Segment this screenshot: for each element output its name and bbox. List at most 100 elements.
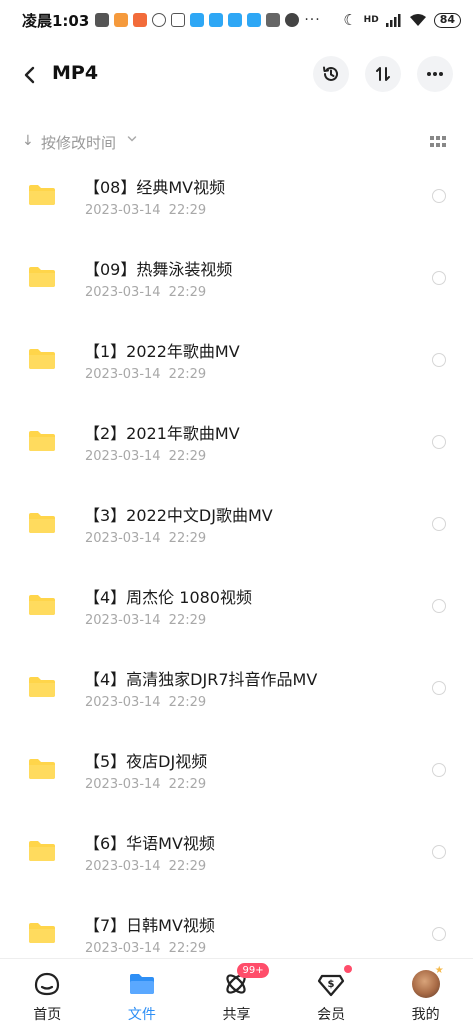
tab-files-label: 文件 xyxy=(127,1007,156,1023)
tab-home-label: 首页 xyxy=(33,1007,62,1023)
file-date: 2023-03-14 22:29 xyxy=(85,203,207,218)
folder-icon xyxy=(29,431,55,451)
tab-home[interactable]: 首页 xyxy=(0,959,95,1024)
select-checkbox[interactable] xyxy=(432,271,446,285)
list-item[interactable]: 【5】夜店DJ视频 2023-03-14 22:29 xyxy=(0,734,473,816)
select-checkbox[interactable] xyxy=(432,599,446,613)
folder-icon xyxy=(29,759,55,779)
tab-share-label: 共享 xyxy=(222,1007,251,1023)
file-date: 2023-03-14 22:29 xyxy=(85,695,207,710)
avatar: ★ xyxy=(411,965,444,998)
files-icon xyxy=(127,969,157,998)
tab-vip-label: 会员 xyxy=(317,1007,346,1023)
app-notification-icon xyxy=(114,13,129,27)
file-name: 【6】华语MV视频 xyxy=(84,834,215,853)
sort-bar[interactable]: ↓ 按修改时间 xyxy=(0,130,473,154)
back-button[interactable] xyxy=(16,62,42,88)
select-checkbox[interactable] xyxy=(432,763,446,777)
app-notification-icon xyxy=(133,13,148,27)
folder-icon xyxy=(29,923,55,943)
file-name: 【4】高清独家DJR7抖音作品MV xyxy=(84,670,318,689)
list-item[interactable]: 【09】热舞泳装视频 2023-03-14 22:29 xyxy=(0,242,473,324)
grid-view-icon[interactable] xyxy=(430,136,446,148)
list-item[interactable]: 【4】周杰伦 1080视频 2023-03-14 22:29 xyxy=(0,570,473,652)
file-date: 2023-03-14 22:29 xyxy=(85,449,207,464)
folder-icon xyxy=(29,349,55,369)
file-name: 【5】夜店DJ视频 xyxy=(84,752,208,771)
alarm-icon xyxy=(152,13,167,27)
more-icon xyxy=(427,72,443,76)
select-checkbox[interactable] xyxy=(432,681,446,695)
file-name: 【7】日韩MV视频 xyxy=(84,916,215,935)
file-name: 【3】2022中文DJ歌曲MV xyxy=(84,506,273,525)
list-item[interactable]: 【3】2022中文DJ歌曲MV 2023-03-14 22:29 xyxy=(0,488,473,570)
file-date: 2023-03-14 22:29 xyxy=(85,941,207,956)
more-notifications-icon: ··· xyxy=(304,12,321,28)
bottom-nav: 首页 文件 99+ 共享 $ 会员 ★ 我的 xyxy=(0,958,473,1024)
page-title: MP4 xyxy=(52,62,99,84)
header-bar: MP4 xyxy=(0,52,473,98)
tab-share[interactable]: 99+ 共享 xyxy=(189,959,284,1024)
vip-icon: $ xyxy=(316,965,353,998)
sort-icon xyxy=(376,67,390,81)
select-checkbox[interactable] xyxy=(432,927,446,941)
file-date: 2023-03-14 22:29 xyxy=(85,531,207,546)
tab-vip[interactable]: $ 会员 xyxy=(284,959,379,1024)
history-icon xyxy=(323,66,338,81)
folder-icon xyxy=(29,595,55,615)
list-item[interactable]: 【1】2022年歌曲MV 2023-03-14 22:29 xyxy=(0,324,473,406)
sort-direction-icon: ↓ xyxy=(22,133,34,149)
file-name: 【2】2021年歌曲MV xyxy=(84,424,240,443)
baidu-icon xyxy=(171,13,186,27)
moon-icon: ☾ xyxy=(343,11,357,29)
sort-button[interactable] xyxy=(365,56,401,92)
file-list: 【08】经典MV视频 2023-03-14 22:29 【09】热舞泳装视频 2… xyxy=(0,160,473,980)
svg-text:$: $ xyxy=(328,979,335,990)
wifi-icon xyxy=(409,14,426,26)
more-button[interactable] xyxy=(417,56,453,92)
history-button[interactable] xyxy=(313,56,349,92)
battery-indicator: 84 xyxy=(433,12,461,28)
tab-files[interactable]: 文件 xyxy=(95,959,190,1024)
folder-icon xyxy=(29,267,55,287)
status-bar: 凌晨1:03 ··· ☾ HD 84 xyxy=(0,0,473,40)
notification-icons: ··· xyxy=(95,12,320,28)
home-icon xyxy=(32,969,62,998)
list-item[interactable]: 【2】2021年歌曲MV 2023-03-14 22:29 xyxy=(0,406,473,488)
list-item[interactable]: 【4】高清独家DJR7抖音作品MV 2023-03-14 22:29 xyxy=(0,652,473,734)
share-icon: 99+ xyxy=(221,963,269,998)
file-name: 【08】经典MV视频 xyxy=(84,178,226,197)
check-icon xyxy=(285,13,300,27)
select-checkbox[interactable] xyxy=(432,353,446,367)
select-checkbox[interactable] xyxy=(432,517,446,531)
file-name: 【1】2022年歌曲MV xyxy=(84,342,240,361)
status-right: ☾ HD 84 xyxy=(343,11,461,29)
list-item[interactable]: 【6】华语MV视频 2023-03-14 22:29 xyxy=(0,816,473,898)
vip-notification-dot xyxy=(344,965,353,973)
file-name: 【4】周杰伦 1080视频 xyxy=(84,588,252,607)
chevron-down-icon xyxy=(127,136,137,142)
select-checkbox[interactable] xyxy=(432,189,446,203)
app-notification-icon xyxy=(266,13,281,27)
list-item[interactable]: 【08】经典MV视频 2023-03-14 22:29 xyxy=(0,160,473,242)
signal-icon xyxy=(385,13,401,27)
chevron-left-icon xyxy=(24,66,35,84)
network-label: HD xyxy=(363,15,379,25)
file-date: 2023-03-14 22:29 xyxy=(85,613,207,628)
app-notification-icon xyxy=(190,13,205,27)
folder-icon xyxy=(29,513,55,533)
crown-icon: ★ xyxy=(434,964,444,976)
sort-label[interactable]: 按修改时间 xyxy=(41,132,116,153)
select-checkbox[interactable] xyxy=(432,845,446,859)
file-date: 2023-03-14 22:29 xyxy=(85,777,207,792)
tab-mine[interactable]: ★ 我的 xyxy=(378,959,473,1024)
folder-icon xyxy=(29,677,55,697)
folder-icon xyxy=(29,185,55,205)
app-notification-icon xyxy=(209,13,224,27)
status-time: 凌晨1:03 xyxy=(22,11,90,30)
share-badge: 99+ xyxy=(237,963,269,978)
user-avatar: ★ xyxy=(411,965,444,998)
file-name: 【09】热舞泳装视频 xyxy=(84,260,233,279)
message-icon xyxy=(95,13,110,27)
select-checkbox[interactable] xyxy=(432,435,446,449)
